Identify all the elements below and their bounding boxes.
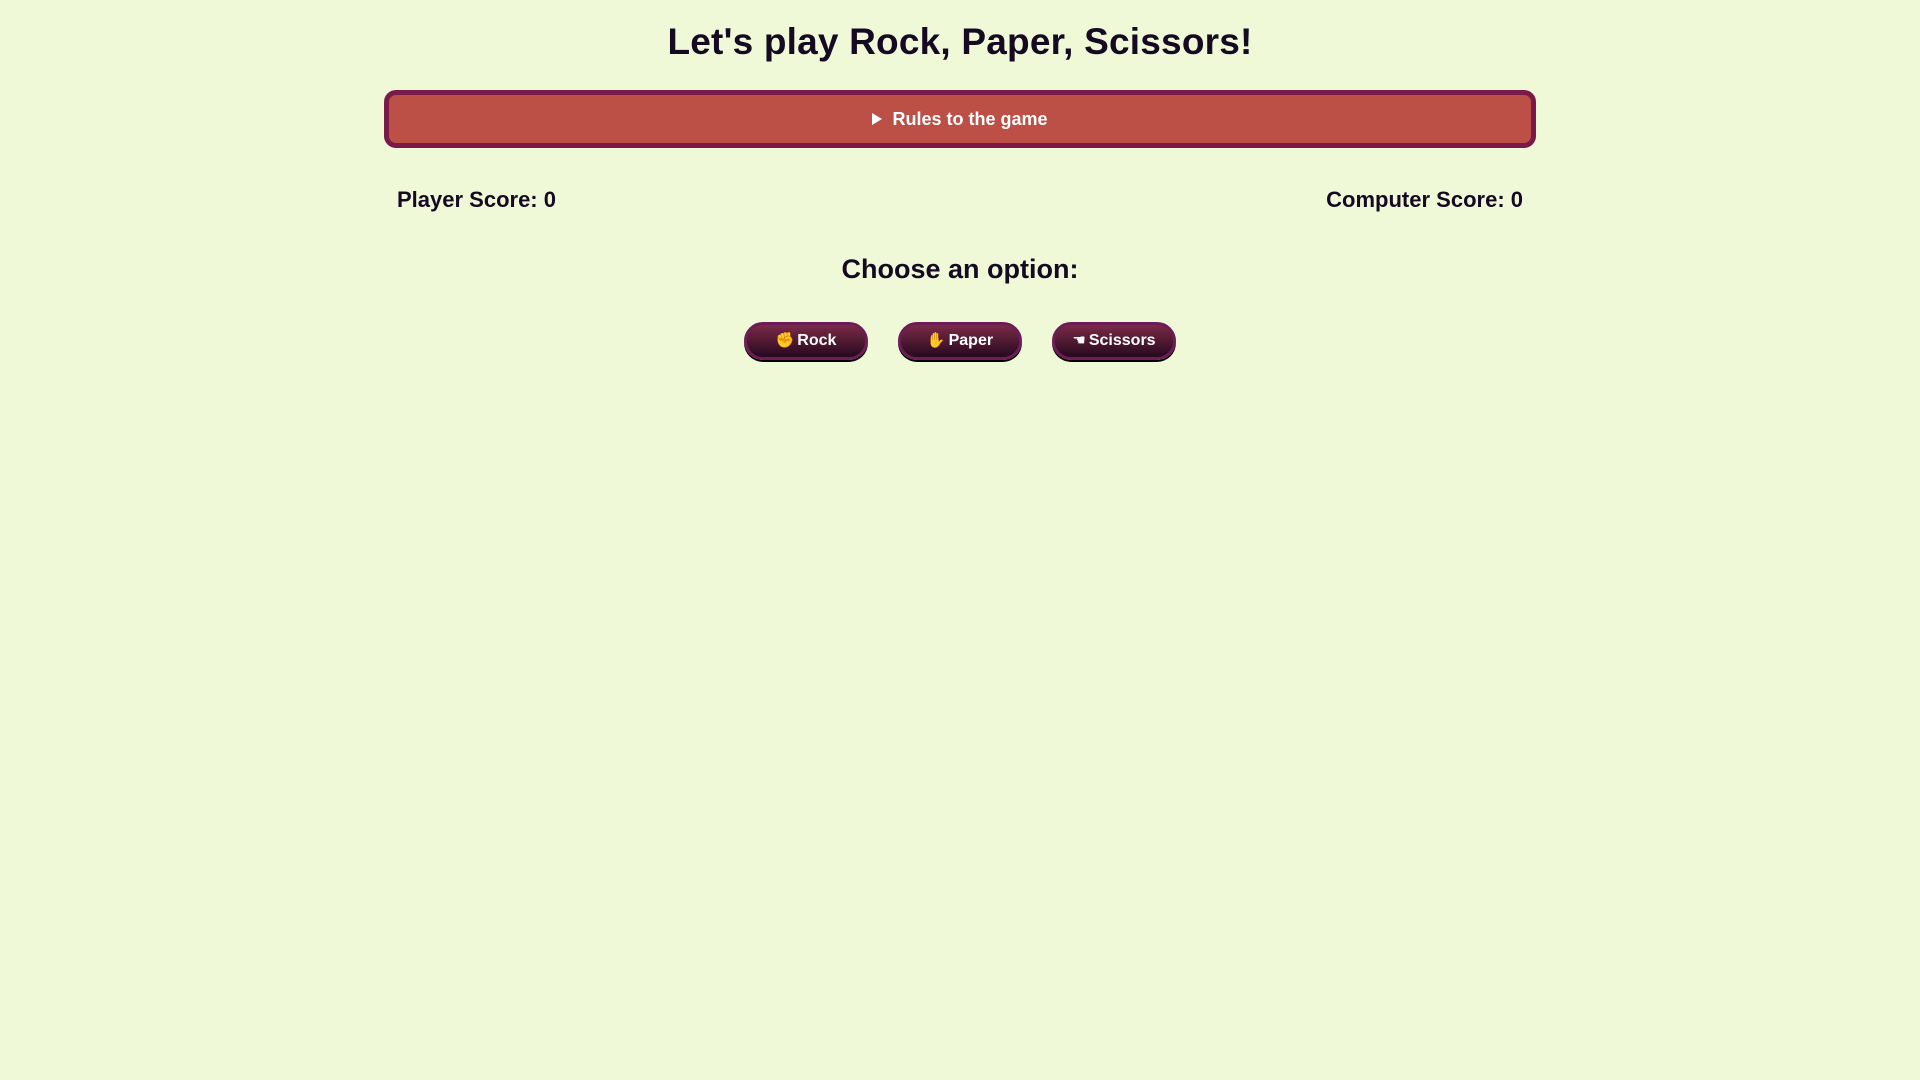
rock-button[interactable]: ✊ Rock [744,322,868,360]
rock-label: Rock [797,332,837,349]
pointing-hand-icon: ☚ [1072,332,1086,349]
game-page: Let's play Rock, Paper, Scissors! Rules … [0,0,1920,1080]
player-score: Player Score: 0 [397,187,556,212]
choose-prompt: Choose an option: [841,254,1079,284]
scissors-label: Scissors [1088,332,1156,349]
rules-label: Rules to the game [892,108,1048,129]
scissors-button[interactable]: ☚ Scissors [1052,322,1176,360]
raised-fist-icon: ✊ [775,332,795,349]
computer-score: Computer Score: 0 [1326,187,1523,212]
paper-label: Paper [948,332,994,349]
option-buttons: ✊ Rock ✋ Paper ☚ Scissors [0,322,1920,360]
rules-toggle[interactable]: Rules to the game [384,90,1536,148]
page-title: Let's play Rock, Paper, Scissors! [667,21,1253,62]
raised-hand-icon: ✋ [926,332,946,349]
paper-button[interactable]: ✋ Paper [898,322,1022,360]
disclosure-triangle-icon [872,113,883,125]
